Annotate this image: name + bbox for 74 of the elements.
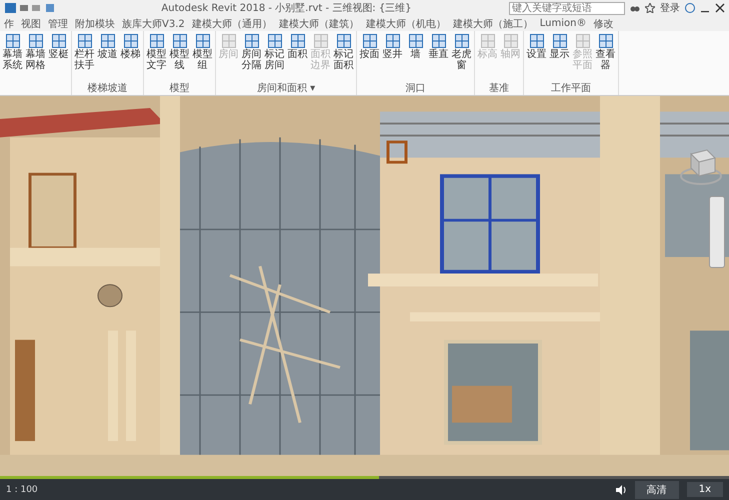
speaker-icon[interactable] <box>614 484 627 494</box>
grid-icon <box>266 33 282 49</box>
ribbon-button[interactable]: 显示 <box>548 32 571 83</box>
panel-label: 房间和面积 ▾ <box>256 83 316 95</box>
sign-in-link[interactable]: 登录 <box>660 1 680 15</box>
help-icon[interactable] <box>685 3 695 13</box>
grid-icon <box>4 33 20 49</box>
grid-icon <box>50 33 66 49</box>
ribbon-button[interactable]: 坡道 <box>96 32 119 83</box>
ribbon-tab[interactable]: 族库大师V3.2 <box>120 16 187 30</box>
ribbon-button[interactable]: 幕墙网格 <box>24 32 47 95</box>
ribbon-tab[interactable]: 作 <box>2 16 16 30</box>
panel-label: 模型 <box>170 83 190 95</box>
ribbon-button[interactable]: 竖井 <box>381 32 404 83</box>
ribbon-button[interactable]: 设置 <box>525 32 548 83</box>
ribbon-tab[interactable]: 修改 <box>591 16 616 30</box>
grid-icon <box>100 33 116 49</box>
ribbon-button[interactable]: 幕墙系统 <box>1 32 24 95</box>
ribbon-button[interactable]: 标记面积 <box>332 32 355 83</box>
star-icon[interactable] <box>645 3 655 13</box>
grid-icon <box>312 33 328 49</box>
grid-icon <box>28 33 44 49</box>
ribbon-tab[interactable]: Lumion® <box>538 18 588 29</box>
ribbon-button[interactable]: 老虎窗 <box>450 32 473 83</box>
ribbon-button[interactable]: 模型文字 <box>145 32 168 83</box>
ribbon-tab[interactable]: 视图 <box>19 16 43 30</box>
grid-icon <box>244 33 260 49</box>
window-title: Autodesk Revit 2018 - 小别墅.rvt - 三维视图: {三维} <box>160 2 413 15</box>
grid-icon <box>430 33 446 49</box>
ribbon-button[interactable]: 垂直 <box>427 32 450 83</box>
ribbon-button[interactable]: 栏杆扶手 <box>73 32 96 83</box>
grid-icon <box>336 33 352 49</box>
grid-icon <box>502 33 518 49</box>
view-scale[interactable]: 1 : 100 <box>6 484 38 494</box>
ribbon-tab[interactable]: 建模大师（通用） <box>190 16 274 30</box>
ribbon-button[interactable]: 面积 <box>286 32 309 83</box>
ribbon-button[interactable]: 按面 <box>358 32 381 83</box>
grid-icon <box>76 33 92 49</box>
grid-icon <box>148 33 164 49</box>
progress-bar[interactable] <box>0 476 729 479</box>
grid-icon <box>362 33 378 49</box>
grid-icon <box>122 33 138 49</box>
ribbon-button[interactable]: 模型组 <box>191 32 214 83</box>
ribbon-tab[interactable]: 建模大师（施工） <box>450 16 535 30</box>
panel-label: 工作平面 <box>551 83 591 95</box>
ribbon-button[interactable]: 竖梃 <box>47 32 70 95</box>
ribbon-button[interactable]: 标记房间 <box>263 32 286 83</box>
grid-icon <box>552 33 568 49</box>
grid-icon <box>528 33 544 49</box>
grid-icon <box>290 33 306 49</box>
ribbon-button[interactable]: 房间分隔 <box>240 32 263 83</box>
panel-label: 基准 <box>489 83 509 95</box>
grid-icon <box>194 33 210 49</box>
ribbon-tab[interactable]: 附加模块 <box>73 16 117 30</box>
speed-button[interactable]: 1x <box>686 482 723 497</box>
ribbon-tab[interactable]: 管理 <box>46 16 70 30</box>
ribbon-button[interactable]: 模型线 <box>168 32 191 83</box>
grid-icon <box>598 33 614 49</box>
panel-label: 楼梯坡道 <box>88 83 128 95</box>
ribbon-tab[interactable]: 建模大师（建筑） <box>276 16 361 30</box>
ribbon-tab[interactable]: 建模大师（机电） <box>364 16 448 30</box>
grid-icon <box>220 33 236 49</box>
ribbon-button[interactable]: 墙 <box>404 32 427 83</box>
grid-icon <box>574 33 590 49</box>
ribbon-button[interactable]: 查看器 <box>594 32 617 83</box>
ribbon-button[interactable]: 楼梯 <box>119 32 142 83</box>
grid-icon <box>454 33 470 49</box>
grid-icon <box>172 33 188 49</box>
grid-icon <box>480 33 496 49</box>
quality-button[interactable]: 高清 <box>634 480 679 498</box>
grid-icon <box>408 33 424 49</box>
grid-icon <box>384 33 400 49</box>
panel-label: 洞口 <box>406 83 426 95</box>
close-icon[interactable] <box>715 3 725 13</box>
